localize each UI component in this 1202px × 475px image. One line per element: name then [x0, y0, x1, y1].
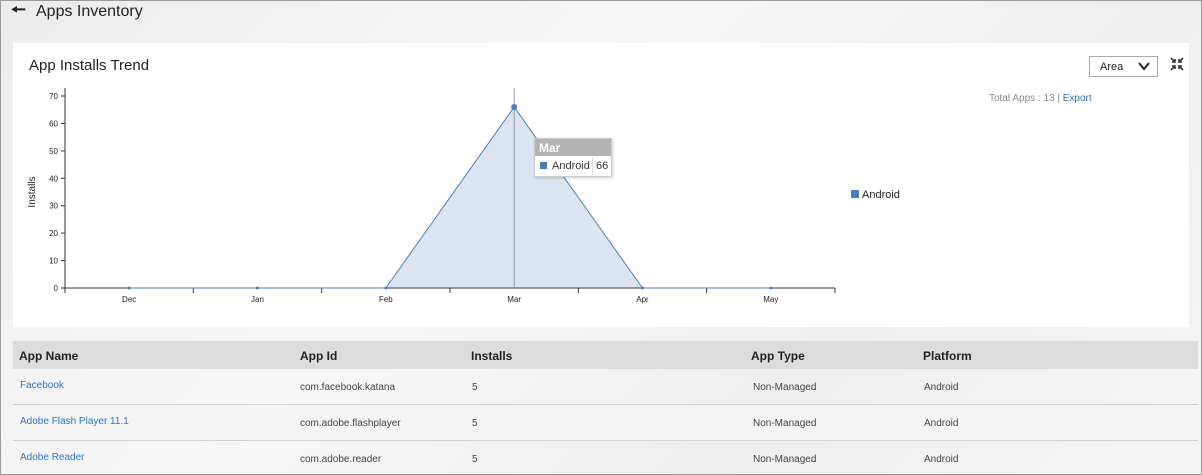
y-tick-label: 0: [54, 284, 59, 293]
tooltip-value: 66: [596, 160, 609, 172]
platform-cell: Android: [924, 382, 959, 393]
data-point: [256, 286, 259, 290]
chart-panel: App Installs Trend Area Total Apps : 13 …: [13, 43, 1189, 327]
legend-label: Android: [862, 189, 900, 201]
table-row[interactable]: Facebook com.facebook.katana 5 Non-Manag…: [13, 369, 1198, 405]
y-tick-label: 10: [49, 257, 58, 266]
chevron-down-icon: [1138, 62, 1150, 71]
data-point: [384, 286, 388, 290]
platform-cell: Android: [924, 418, 959, 429]
tooltip-swatch: [540, 162, 547, 169]
table-header: App Name App Id Installs App Type Platfo…: [13, 341, 1198, 369]
column-header-platform[interactable]: Platform: [923, 349, 972, 363]
app-id-cell: com.adobe.reader: [300, 454, 382, 465]
chart-legend: Android: [851, 189, 900, 201]
data-point: [641, 286, 644, 290]
chart-tooltip: Mar Android 66: [534, 138, 612, 177]
x-tick-label: Mar: [507, 295, 521, 304]
app-name-link[interactable]: Facebook: [20, 380, 64, 391]
chart-type-value: Area: [1100, 61, 1124, 73]
legend-swatch: [851, 190, 859, 198]
y-tick-label: 20: [49, 229, 58, 238]
data-point: [769, 286, 773, 290]
x-tick-label: Apr: [636, 295, 649, 304]
app-type-cell: Non-Managed: [753, 382, 817, 393]
y-tick-label: 30: [49, 202, 58, 211]
area-chart: 0 10 20 30 40 50 60 70 Installs Dec Jan Feb Mar Apr Ma…: [27, 88, 836, 304]
y-tick-label: 40: [49, 174, 58, 183]
x-tick-label: Jan: [251, 295, 264, 304]
y-tick-label: 70: [49, 92, 58, 101]
app-type-cell: Non-Managed: [753, 418, 817, 429]
export-link[interactable]: Export: [1063, 93, 1092, 104]
y-tick-label: 60: [49, 119, 58, 128]
tooltip-divider: [592, 157, 593, 175]
collapse-arrows-icon[interactable]: [1169, 56, 1185, 72]
column-header-app-type[interactable]: App Type: [751, 349, 805, 363]
x-tick-label: Feb: [379, 295, 393, 304]
table-row[interactable]: Adobe Flash Player 11.1 com.adobe.flashp…: [13, 405, 1198, 441]
x-tick-label: May: [763, 295, 778, 304]
apps-table: App Name App Id Installs App Type Platfo…: [13, 341, 1198, 474]
app-window: 🠔 Apps Inventory App Installs Trend Area…: [0, 0, 1202, 475]
tooltip-title: Mar: [535, 139, 611, 156]
top-bar: 🠔 Apps Inventory: [1, 1, 1201, 41]
app-type-cell: Non-Managed: [753, 454, 817, 465]
y-axis-label: Installs: [27, 176, 38, 207]
y-tick-label: 50: [49, 147, 58, 156]
page-title: Apps Inventory: [36, 3, 143, 20]
column-header-app-name[interactable]: App Name: [19, 349, 78, 363]
installs-cell: 5: [472, 454, 478, 465]
total-apps-label: Total Apps : 13 |: [989, 93, 1060, 104]
chart-type-select[interactable]: Area: [1089, 56, 1158, 77]
app-name-link[interactable]: Adobe Flash Player 11.1: [20, 416, 129, 427]
installs-cell: 5: [472, 382, 478, 393]
app-name-link[interactable]: Adobe Reader: [20, 452, 85, 463]
column-header-installs[interactable]: Installs: [471, 349, 512, 363]
table-row[interactable]: Adobe Reader com.adobe.reader 5 Non-Mana…: [13, 441, 1198, 474]
x-tick-label: Dec: [122, 295, 136, 304]
tooltip-series: Android: [552, 160, 590, 172]
data-point: [511, 103, 518, 110]
data-point: [127, 286, 131, 290]
total-apps: Total Apps : 13 | Export: [989, 93, 1092, 104]
column-header-app-id[interactable]: App Id: [300, 349, 337, 363]
arrow-left-icon[interactable]: 🠔: [11, 1, 26, 18]
app-id-cell: com.facebook.katana: [300, 382, 396, 393]
platform-cell: Android: [924, 454, 959, 465]
app-id-cell: com.adobe.flashplayer: [300, 418, 401, 429]
installs-cell: 5: [472, 418, 478, 429]
